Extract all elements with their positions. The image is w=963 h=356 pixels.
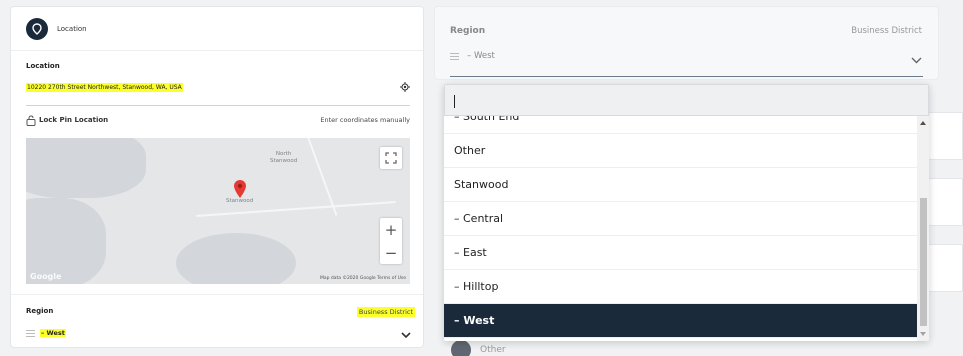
select-underline	[450, 76, 923, 77]
location-field-label: Location	[26, 62, 60, 70]
region-panel-select-value: – West	[467, 51, 495, 61]
dropdown-option[interactable]: Stanwood	[444, 168, 917, 202]
scroll-up-arrow-icon[interactable]	[920, 121, 926, 125]
location-card: Location Location 10220 270th Street Nor…	[10, 6, 424, 348]
unlock-icon[interactable]	[26, 115, 36, 126]
map-road	[294, 138, 338, 216]
background-card	[928, 112, 963, 160]
dropdown-option[interactable]: – South End	[444, 116, 917, 134]
map-pin-icon[interactable]	[234, 180, 246, 198]
map-attribution[interactable]: Map data ©2020 Google Terms of Use	[320, 276, 406, 281]
location-card-title: Location	[57, 24, 87, 33]
map-view[interactable]: North Stanwood Stanwood + − Google Map d…	[26, 138, 410, 284]
dropdown-option[interactable]: Other	[444, 134, 917, 168]
other-category-icon	[451, 340, 471, 356]
lock-pin-label: Lock Pin Location	[39, 116, 109, 124]
region-dropdown: – South End Other Stanwood – Central – E…	[444, 84, 929, 341]
map-label-stanwood: Stanwood	[226, 198, 254, 204]
location-card-header: Location	[11, 7, 423, 51]
region-label: Region	[26, 307, 54, 315]
enter-coordinates-link[interactable]: Enter coordinates manually	[320, 116, 410, 124]
scrollbar-thumb[interactable]	[920, 198, 927, 326]
dropdown-option-selected[interactable]: – West	[444, 304, 917, 338]
google-logo: Google	[30, 272, 62, 281]
region-panel-business-district: Business District	[851, 26, 922, 36]
address-value: 10220 270th Street Northwest, Stanwood, …	[26, 83, 183, 92]
region-panel-label: Region	[450, 26, 486, 36]
dropdown-options-list: – South End Other Stanwood – Central – E…	[444, 116, 917, 341]
map-water-area	[26, 138, 146, 198]
scroll-down-arrow-icon[interactable]	[920, 332, 926, 336]
location-pin-icon	[26, 17, 48, 40]
region-panel: Region Business District – West	[434, 6, 939, 80]
drag-handle-icon	[26, 329, 35, 337]
dropdown-search-input[interactable]	[444, 84, 929, 116]
dropdown-option[interactable]: – East	[444, 236, 917, 270]
fullscreen-button[interactable]	[380, 147, 402, 169]
drag-handle-icon	[450, 52, 459, 60]
region-panel-select[interactable]: – West	[450, 51, 495, 61]
zoom-in-button[interactable]: +	[380, 218, 402, 241]
fullscreen-icon	[385, 152, 397, 164]
background-other-label: Other	[480, 345, 506, 355]
map-label-north-stanwood: North Stanwood	[270, 151, 298, 164]
lock-pin-row: Lock Pin Location Enter coordinates manu…	[26, 115, 410, 129]
region-select[interactable]: – West	[26, 329, 66, 337]
zoom-out-button[interactable]: −	[380, 241, 402, 264]
background-other-item: Other	[451, 340, 506, 356]
address-field[interactable]: 10220 270th Street Northwest, Stanwood, …	[26, 80, 410, 106]
divider	[11, 294, 423, 295]
zoom-controls: + −	[380, 218, 402, 264]
crosshair-icon[interactable]	[400, 82, 410, 92]
chevron-down-icon[interactable]	[911, 56, 922, 64]
text-cursor	[454, 95, 455, 108]
region-select-value: – West	[40, 329, 66, 337]
background-card	[928, 244, 963, 292]
background-card	[928, 178, 963, 226]
chevron-down-icon[interactable]	[401, 331, 411, 339]
dropdown-option[interactable]: – Hilltop	[444, 270, 917, 304]
dropdown-scrollbar[interactable]	[917, 116, 929, 341]
map-water-area	[176, 233, 296, 284]
dropdown-option[interactable]: – Central	[444, 202, 917, 236]
business-district-label: Business District	[356, 307, 415, 317]
